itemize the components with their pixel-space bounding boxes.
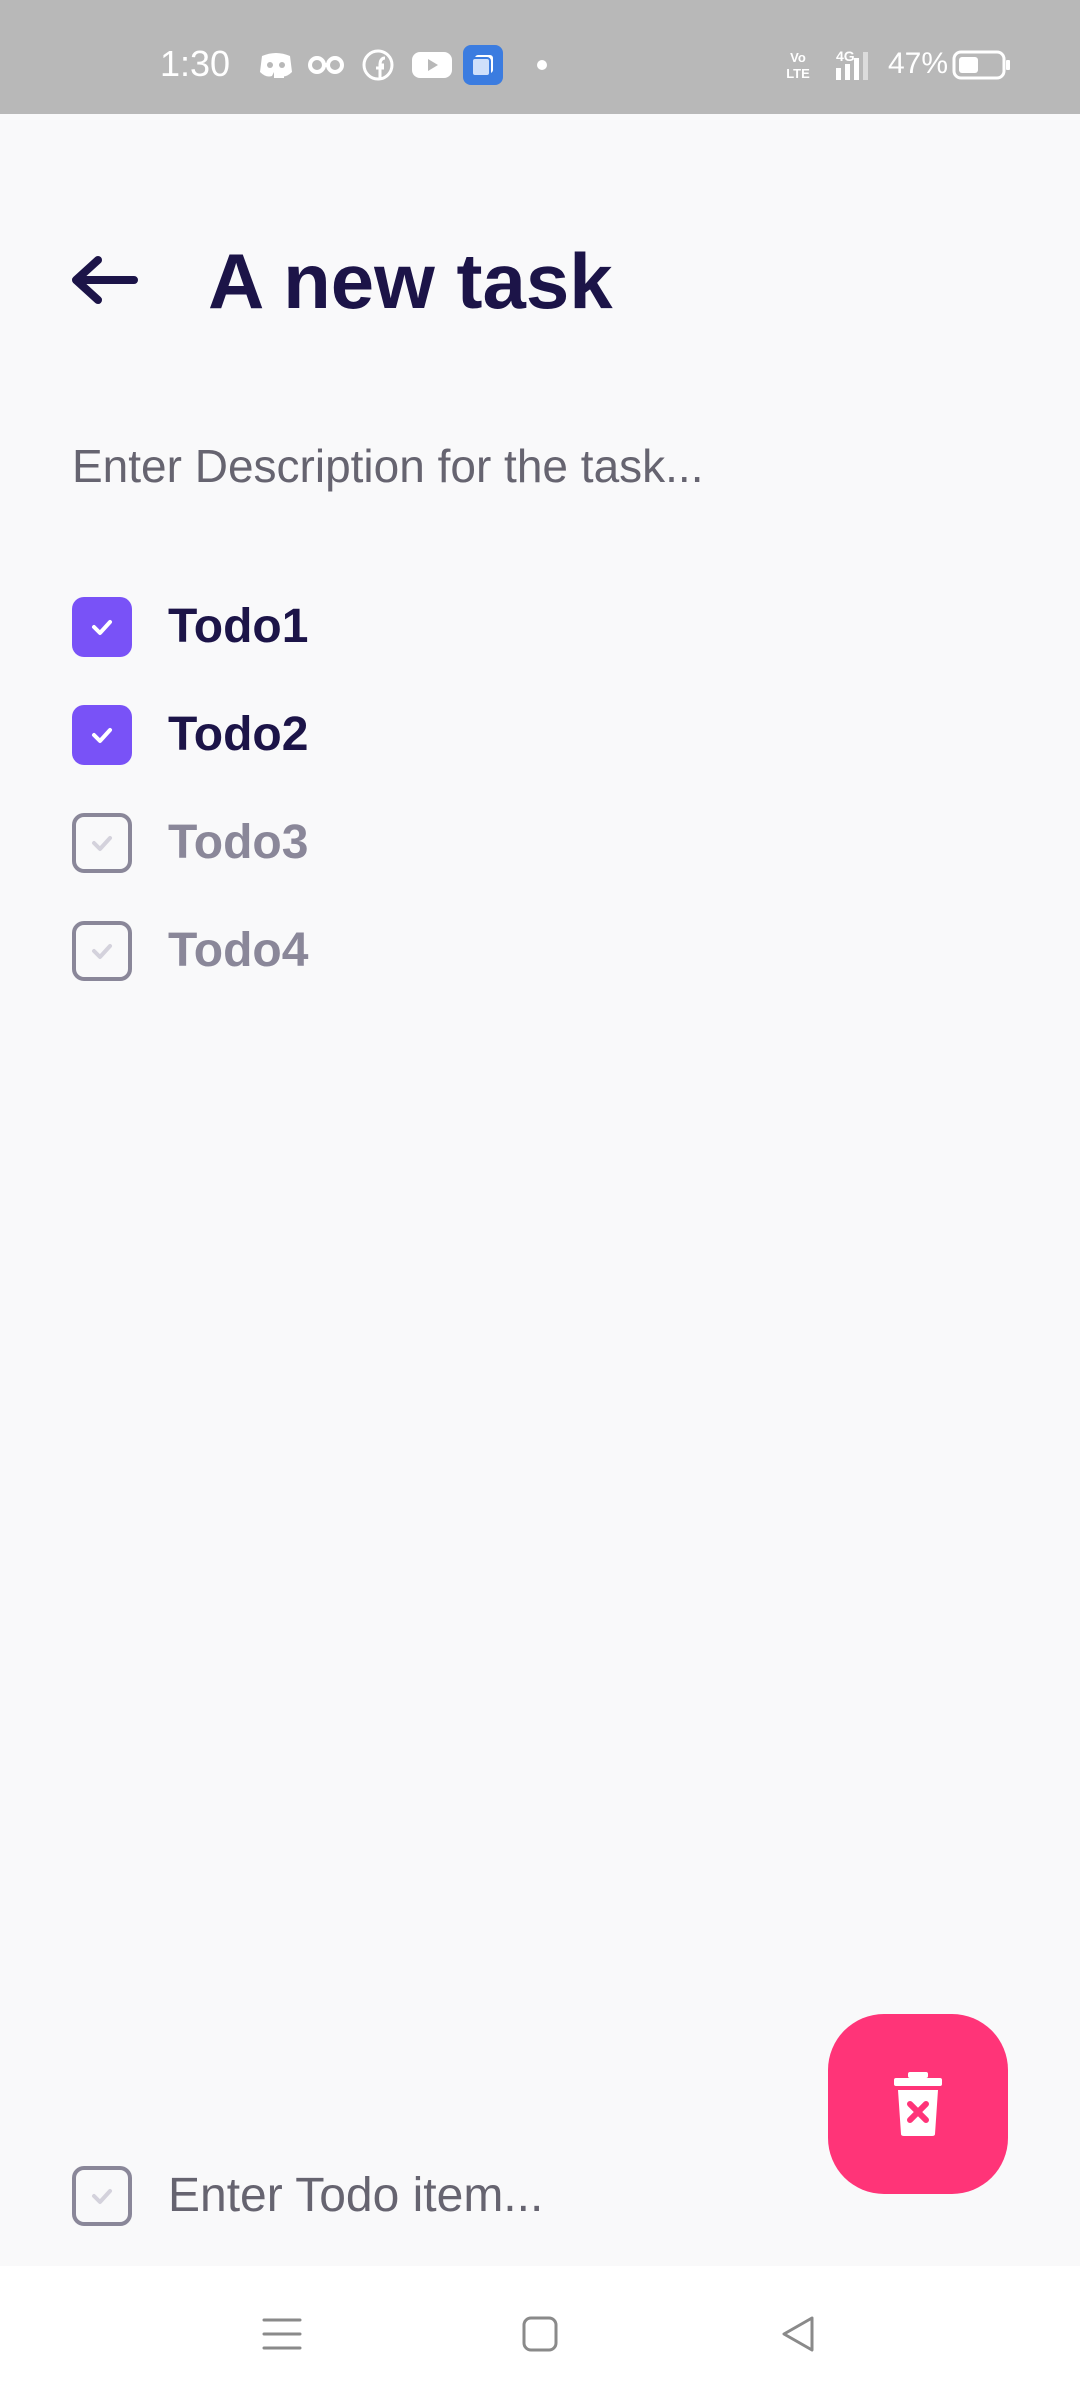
facebook-icon: [358, 48, 398, 82]
todo-item[interactable]: Todo3: [72, 813, 1012, 921]
description-input[interactable]: Enter Description for the task...: [72, 436, 1012, 496]
back-button[interactable]: [64, 244, 144, 316]
back-nav-button[interactable]: [768, 2304, 828, 2364]
battery-icon: [952, 48, 1012, 82]
todo-label: Todo1: [168, 600, 309, 653]
todo-item[interactable]: Todo2: [72, 705, 1012, 813]
delete-icon: [894, 2072, 942, 2136]
todo-checkbox[interactable]: [72, 705, 132, 765]
back-icon: [782, 2316, 814, 2352]
svg-text:Vo: Vo: [790, 50, 806, 65]
todo-item[interactable]: Todo1: [72, 597, 1012, 705]
home-button[interactable]: [510, 2304, 570, 2364]
check-icon: [92, 836, 112, 851]
todo-checkbox[interactable]: [72, 921, 132, 981]
todo-label: Todo3: [168, 816, 309, 869]
todo-list: Todo1 Todo2 Todo3 Todo4: [72, 597, 1012, 1029]
status-time: 1:30: [160, 43, 231, 84]
todo-checkbox[interactable]: [72, 813, 132, 873]
page-title: A new task: [208, 237, 613, 325]
check-icon: [92, 728, 112, 743]
home-icon: [522, 2316, 558, 2352]
arrow-left-icon: [72, 256, 138, 304]
todo-label: Todo4: [168, 924, 309, 977]
signal-icon: 4G: [822, 48, 878, 82]
todo-item[interactable]: Todo4: [72, 921, 1012, 1029]
youtube-icon: [410, 48, 454, 82]
svg-text:LTE: LTE: [786, 66, 810, 81]
dot-icon: [534, 48, 550, 82]
new-todo-input[interactable]: Enter Todo item...: [168, 2166, 543, 2226]
navigation-bar: [0, 2266, 1080, 2400]
discord-icon: [256, 48, 296, 82]
todo-label: Todo2: [168, 708, 309, 761]
check-icon: [92, 620, 112, 635]
glasses-icon: [306, 48, 346, 82]
todo-checkbox[interactable]: [72, 597, 132, 657]
menu-icon: [262, 2318, 302, 2350]
app-icon: [462, 44, 504, 86]
new-todo-row: Enter Todo item...: [72, 2166, 772, 2226]
status-bar: 1:30 Vo LTE 4G 47%: [0, 0, 1080, 114]
check-icon: [92, 2189, 112, 2204]
check-icon: [92, 944, 112, 959]
volte-icon: Vo LTE: [784, 48, 812, 82]
menu-button[interactable]: [252, 2304, 312, 2364]
svg-text:4G: 4G: [836, 48, 855, 64]
battery-percent: 47%: [888, 47, 949, 80]
delete-button[interactable]: [828, 2014, 1008, 2194]
new-todo-checkbox[interactable]: [72, 2166, 132, 2226]
